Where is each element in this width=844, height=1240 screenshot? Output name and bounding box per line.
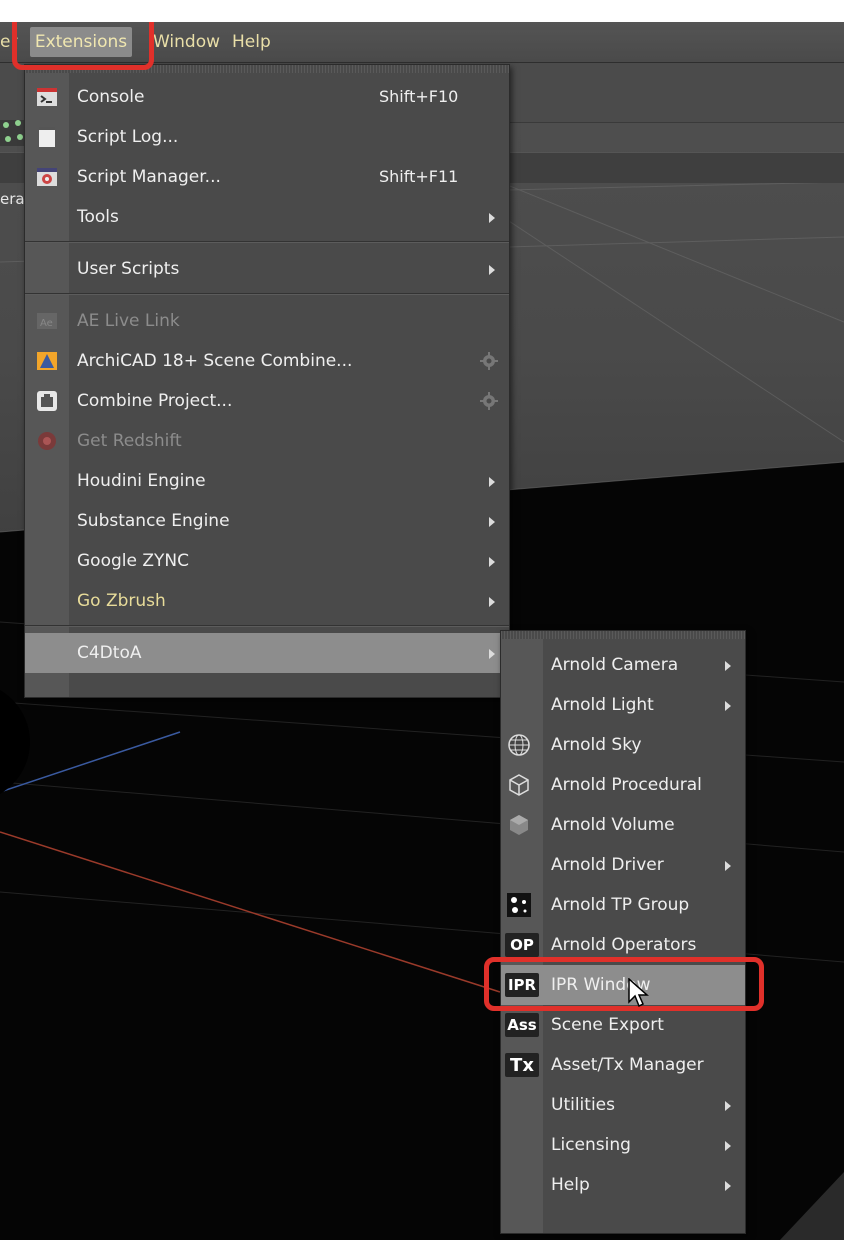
- menu-item-label: Houdini Engine: [77, 471, 206, 491]
- menu-item-label: Scene Export: [551, 1015, 664, 1035]
- c4dtoa-submenu: Arnold Camera Arnold Light Arnold Sky Ar…: [500, 630, 746, 1234]
- gear-icon[interactable]: [479, 391, 499, 411]
- menu-item-get-redshift[interactable]: Get Redshift: [25, 421, 509, 461]
- submenu-arrow-icon: [489, 477, 495, 487]
- menu-item-arnold-procedural[interactable]: Arnold Procedural: [501, 765, 745, 805]
- combine-project-icon: [37, 391, 57, 411]
- menu-item-help[interactable]: Help: [501, 1165, 745, 1205]
- extensions-menu: Console Shift+F10 Script Log... Script M…: [24, 64, 510, 698]
- menu-item-substance-engine[interactable]: Substance Engine: [25, 501, 509, 541]
- menu-item-arnold-sky[interactable]: Arnold Sky: [501, 725, 745, 765]
- menu-item-label: Script Log...: [77, 127, 179, 147]
- menu-item-asset-tx-manager[interactable]: Tx Asset/Tx Manager: [501, 1045, 745, 1085]
- menu-divider: [25, 242, 509, 243]
- spline-tool-icon[interactable]: [0, 117, 26, 147]
- submenu-arrow-icon: [725, 1181, 731, 1191]
- shortcut-text: Shift+F11: [379, 167, 459, 186]
- mouse-cursor-icon: [628, 978, 649, 1008]
- cube-wireframe-icon: [509, 774, 529, 796]
- tx-icon: Tx: [505, 1053, 539, 1077]
- ipr-window-highlight-box: [484, 957, 764, 1011]
- menu-item-label: Arnold Light: [551, 695, 654, 715]
- menu-item-arnold-light[interactable]: Arnold Light: [501, 685, 745, 725]
- menu-item-tools[interactable]: Tools: [25, 197, 509, 237]
- menu-item-script-log[interactable]: Script Log...: [25, 117, 509, 157]
- menu-item-label: Help: [551, 1175, 590, 1195]
- script-manager-icon: [37, 168, 57, 186]
- app-window: era er Extensions Window Help Console Sh…: [0, 22, 844, 1240]
- submenu-arrow-icon: [489, 557, 495, 567]
- menu-item-label: C4DtoA: [77, 643, 142, 663]
- menu-item-user-scripts[interactable]: User Scripts: [25, 249, 509, 289]
- menu-item-label: AE Live Link: [77, 311, 180, 331]
- archicad-icon: [37, 352, 57, 370]
- menu-help[interactable]: Help: [232, 22, 271, 62]
- menu-item-console[interactable]: Console Shift+F10: [25, 77, 509, 117]
- svg-text:Ae: Ae: [40, 318, 53, 329]
- menu-item-google-zync[interactable]: Google ZYNC: [25, 541, 509, 581]
- menu-item-label: Arnold TP Group: [551, 895, 690, 915]
- menu-item-label: Go Zbrush: [77, 591, 166, 611]
- shortcut-text: Shift+F10: [379, 87, 459, 106]
- menu-item-label: Asset/Tx Manager: [551, 1055, 704, 1075]
- submenu-arrow-icon: [489, 213, 495, 223]
- menu-item-go-zbrush[interactable]: Go Zbrush: [25, 581, 509, 621]
- menu-item-arnold-tp-group[interactable]: Arnold TP Group: [501, 885, 745, 925]
- menu-item-combine-project[interactable]: Combine Project...: [25, 381, 509, 421]
- menu-window[interactable]: Window: [153, 22, 220, 62]
- menu-item-label: Arnold Volume: [551, 815, 675, 835]
- camera-label[interactable]: era: [0, 190, 25, 208]
- menu-item-licensing[interactable]: Licensing: [501, 1125, 745, 1165]
- op-icon: OP: [505, 933, 539, 957]
- tp-group-icon: [507, 893, 531, 917]
- submenu-arrow-icon: [725, 661, 731, 671]
- globe-icon: [508, 734, 530, 756]
- redshift-icon: [38, 432, 56, 450]
- menu-item-label: Substance Engine: [77, 511, 230, 531]
- submenu-arrow-icon: [725, 1101, 731, 1111]
- menu-item-label: Tools: [77, 207, 119, 227]
- submenu-arrow-icon: [489, 265, 495, 275]
- menu-item-label: Google ZYNC: [77, 551, 189, 571]
- menu-item-label: Get Redshift: [77, 431, 182, 451]
- menu-item-script-manager[interactable]: Script Manager... Shift+F11: [25, 157, 509, 197]
- menu-item-label: Combine Project...: [77, 391, 233, 411]
- menu-item-label: Arnold Driver: [551, 855, 664, 875]
- submenu-arrow-icon: [725, 861, 731, 871]
- menu-item-label: User Scripts: [77, 259, 180, 279]
- menu-divider: [25, 294, 509, 295]
- menu-item-label: Arnold Procedural: [551, 775, 702, 795]
- ae-live-link-icon: Ae: [37, 313, 57, 329]
- menu-item-label: Arnold Sky: [551, 735, 642, 755]
- gear-icon[interactable]: [479, 351, 499, 371]
- menu-item-ae-live-link[interactable]: Ae AE Live Link: [25, 301, 509, 341]
- ass-icon: Ass: [505, 1013, 539, 1037]
- menu-item-label: Arnold Camera: [551, 655, 679, 675]
- menu-item-c4dtoa[interactable]: C4DtoA: [25, 633, 509, 673]
- menu-item-label: Console: [77, 87, 145, 107]
- submenu-arrow-icon: [725, 1141, 731, 1151]
- menu-item-houdini-engine[interactable]: Houdini Engine: [25, 461, 509, 501]
- menu-item-arnold-driver[interactable]: Arnold Driver: [501, 845, 745, 885]
- menu-item-label: Utilities: [551, 1095, 615, 1115]
- menu-item-archicad-scene-combine[interactable]: ArchiCAD 18+ Scene Combine...: [25, 341, 509, 381]
- volume-cube-icon: [510, 815, 528, 835]
- extensions-highlight-box: [12, 22, 154, 70]
- menu-item-arnold-volume[interactable]: Arnold Volume: [501, 805, 745, 845]
- menu-item-arnold-camera[interactable]: Arnold Camera: [501, 645, 745, 685]
- submenu-arrow-icon: [489, 649, 495, 659]
- menu-divider: [25, 626, 509, 627]
- menu-item-label: Script Manager...: [77, 167, 221, 187]
- menu-item-utilities[interactable]: Utilities: [501, 1085, 745, 1125]
- menu-tear-off-handle[interactable]: [501, 631, 745, 639]
- submenu-arrow-icon: [489, 597, 495, 607]
- menu-item-label: Licensing: [551, 1135, 631, 1155]
- submenu-arrow-icon: [725, 701, 731, 711]
- script-log-icon: [39, 127, 55, 147]
- menu-item-scene-export[interactable]: Ass Scene Export: [501, 1005, 745, 1045]
- menu-item-label: ArchiCAD 18+ Scene Combine...: [77, 351, 353, 371]
- submenu-arrow-icon: [489, 517, 495, 527]
- console-icon: [37, 88, 57, 106]
